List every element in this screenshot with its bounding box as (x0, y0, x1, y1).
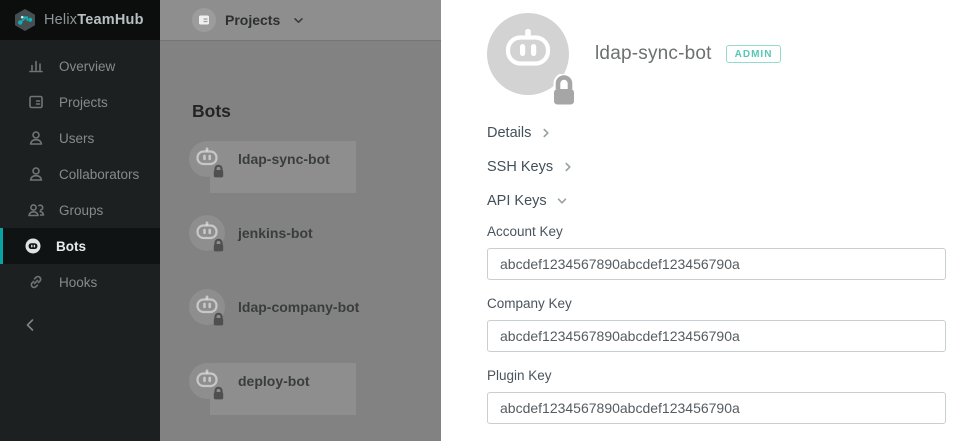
bot-avatar-icon (188, 140, 226, 178)
detail-sections: Details SSH Keys API Keys (487, 116, 573, 218)
sidebar-item-label: Collaborators (59, 167, 139, 182)
sidebar-item-label: Overview (59, 59, 115, 74)
plugin-key-input[interactable] (487, 392, 946, 424)
chevron-left-icon (24, 318, 36, 332)
company-key-input[interactable] (487, 320, 946, 352)
sidebar-nav: Overview Projects Users Collaborators (0, 40, 160, 300)
bot-name: ldap-company-bot (238, 299, 359, 315)
account-key-input[interactable] (487, 248, 946, 280)
bot-avatar-large (487, 13, 569, 95)
sidebar-item-overview[interactable]: Overview (0, 48, 160, 84)
projects-avatar (192, 8, 216, 32)
user-icon (27, 129, 45, 147)
bots-list-panel: Projects Bots ldap-sync-bot (160, 0, 441, 441)
account-key-label: Account Key (487, 224, 946, 240)
plugin-key-field-group: Plugin Key (487, 368, 946, 424)
bot-detail-header: ldap-sync-bot ADMIN (487, 12, 781, 96)
projects-icon (198, 14, 210, 26)
section-ssh-keys[interactable]: SSH Keys (487, 150, 573, 184)
brand-logo[interactable]: HelixTeamHub (0, 0, 160, 40)
bar-chart-icon (27, 57, 45, 75)
sidebar-item-label: Hooks (59, 275, 97, 290)
section-api-keys[interactable]: API Keys (487, 184, 573, 218)
sidebar-item-label: Bots (56, 239, 86, 254)
company-key-label: Company Key (487, 296, 946, 312)
chevron-down-icon (293, 15, 304, 26)
robot-icon (24, 237, 42, 255)
bot-list-item-ldap-sync-bot[interactable]: ldap-sync-bot (160, 137, 441, 211)
brand-name: HelixTeamHub (44, 12, 144, 28)
sidebar-item-bots[interactable]: Bots (0, 228, 160, 264)
admin-badge: ADMIN (726, 45, 782, 63)
bot-avatar-icon (188, 214, 226, 252)
link-icon (27, 273, 45, 291)
api-keys-fields: Account Key Company Key Plugin Key (487, 224, 946, 424)
sidebar-item-label: Projects (59, 95, 108, 110)
sidebar: HelixTeamHub Overview Projects Users (0, 0, 160, 441)
chevron-right-icon (563, 162, 573, 172)
sidebar-item-groups[interactable]: Groups (0, 192, 160, 228)
plugin-key-label: Plugin Key (487, 368, 946, 384)
app-window: HelixTeamHub Overview Projects Users (0, 0, 965, 441)
bot-name: deploy-bot (238, 373, 310, 389)
bot-list-item-deploy-bot[interactable]: deploy-bot (160, 359, 441, 433)
list-heading: Bots (192, 101, 231, 122)
users-icon (27, 201, 45, 219)
row-highlight (210, 363, 356, 415)
projects-icon (27, 93, 45, 111)
sidebar-item-collaborators[interactable]: Collaborators (0, 156, 160, 192)
sidebar-item-label: Groups (59, 203, 103, 218)
account-key-field-group: Account Key (487, 224, 946, 280)
context-switcher[interactable]: Projects (160, 0, 441, 41)
sidebar-item-hooks[interactable]: Hooks (0, 264, 160, 300)
chevron-right-icon (541, 128, 551, 138)
bot-name: jenkins-bot (238, 225, 313, 241)
company-key-field-group: Company Key (487, 296, 946, 352)
sidebar-item-label: Users (59, 131, 94, 146)
bot-name: ldap-sync-bot (238, 151, 330, 167)
section-label: API Keys (487, 193, 547, 209)
section-label: SSH Keys (487, 159, 553, 175)
selected-row-highlight (210, 141, 356, 193)
lock-icon (551, 74, 577, 107)
section-details[interactable]: Details (487, 116, 573, 150)
bot-avatar-icon (188, 362, 226, 400)
chevron-down-icon (557, 196, 567, 206)
sidebar-item-projects[interactable]: Projects (0, 84, 160, 120)
bots-list: Bots ldap-sync-bot (160, 41, 441, 441)
context-switcher-label: Projects (225, 12, 280, 28)
bot-title: ldap-sync-bot (595, 43, 712, 65)
bot-list-item-ldap-company-bot[interactable]: ldap-company-bot (160, 285, 441, 359)
section-label: Details (487, 125, 531, 141)
bot-list-item-jenkins-bot[interactable]: jenkins-bot (160, 211, 441, 285)
sidebar-collapse-button[interactable] (0, 318, 160, 337)
helix-hexagon-icon (14, 8, 36, 32)
user-icon (27, 165, 45, 183)
bot-avatar-icon (188, 288, 226, 326)
sidebar-item-users[interactable]: Users (0, 120, 160, 156)
bot-detail-panel: ldap-sync-bot ADMIN Details SSH Keys API… (441, 0, 965, 441)
